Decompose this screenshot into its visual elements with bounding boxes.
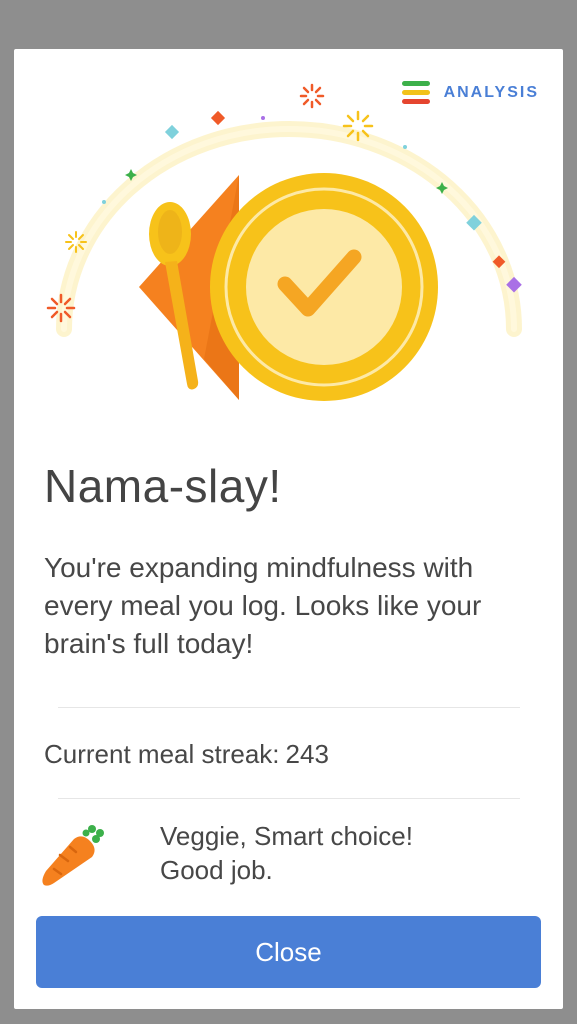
veggie-message: Veggie, Smart choice! Good job. (160, 819, 413, 887)
streak-value: 243 (285, 739, 329, 769)
veggie-line-1: Veggie, Smart choice! (160, 821, 413, 851)
streak-label: Current meal streak: (44, 739, 280, 769)
divider (58, 707, 520, 708)
divider (58, 798, 520, 799)
page-title: Nama-slay! (44, 460, 282, 512)
meal-streak: Current meal streak: 243 (44, 739, 329, 770)
veggie-line-2: Good job. (160, 855, 273, 885)
carrot-icon (42, 825, 104, 886)
close-button[interactable]: Close (36, 916, 541, 988)
dialog-card: ANALYSIS Nama-slay! You're expanding min… (14, 49, 563, 1009)
meal-illustration (46, 83, 522, 401)
mindfulness-message: You're expanding mindfulness with every … (44, 552, 482, 659)
veggie-feedback: Veggie, Smart choice! Good job. (40, 819, 413, 889)
